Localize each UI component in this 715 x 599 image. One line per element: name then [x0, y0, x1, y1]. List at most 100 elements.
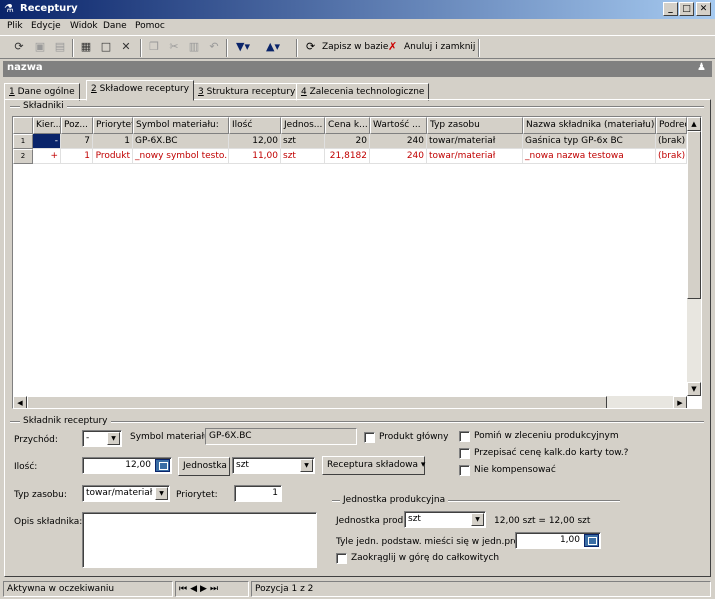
- column-header[interactable]: Cena k...: [325, 117, 370, 134]
- grid-cell[interactable]: 7: [61, 134, 93, 149]
- properties-icon[interactable]: ▦: [78, 39, 94, 57]
- row-header[interactable]: 2: [13, 149, 33, 164]
- grid-cell[interactable]: -: [33, 134, 61, 149]
- record-navigator: ⏮◀▶⏭: [175, 581, 249, 597]
- przepisac-checkbox[interactable]: [459, 448, 470, 459]
- status-bar: Aktywna w oczekiwaniu ⏮◀▶⏭ Pozycja 1 z 2: [0, 579, 715, 599]
- grid-cell[interactable]: 21,8182: [325, 149, 370, 164]
- refresh-icon[interactable]: ⟳: [10, 39, 28, 57]
- column-header[interactable]: Typ zasobu: [427, 117, 523, 134]
- hscroll-thumb[interactable]: [27, 396, 607, 408]
- last-record-icon[interactable]: ⏭: [210, 584, 221, 594]
- paste-icon[interactable]: ▥: [186, 39, 202, 57]
- chevron-down-icon[interactable]: ▼: [107, 432, 120, 445]
- column-header[interactable]: Nazwa składnika (materiału): [523, 117, 656, 134]
- new-document-icon[interactable]: □: [98, 39, 114, 57]
- menu-bar: Plik Edycje Widok Dane Pomoc: [0, 19, 715, 35]
- grid-cell[interactable]: szt: [281, 134, 325, 149]
- grid-cell[interactable]: 240: [370, 134, 427, 149]
- typ-zasobu-select[interactable]: towar/materiał ▼: [82, 485, 170, 502]
- menu-dane[interactable]: Dane: [103, 21, 127, 31]
- first-record-icon[interactable]: ⏮: [179, 584, 190, 594]
- grid-cell[interactable]: towar/materiał: [427, 134, 523, 149]
- ilosc-field[interactable]: 12,00: [82, 457, 172, 474]
- menu-pomoc[interactable]: Pomoc: [135, 21, 165, 31]
- grid-cell[interactable]: _nowy symbol testo...: [133, 149, 229, 164]
- cancel-close-button[interactable]: ✗ Anuluj i zamknij: [388, 39, 475, 57]
- grid-cell[interactable]: 1: [61, 149, 93, 164]
- column-header[interactable]: Ilość: [229, 117, 281, 134]
- scroll-thumb[interactable]: [687, 131, 701, 299]
- save-to-db-button[interactable]: ⟳ Zapisz w bazie: [306, 39, 388, 57]
- toolbar: ⟳ ▣ ▤ ▦ □ ✕ ❐ ✂ ▥ ↶ ▼▾ ▲▾ ⟳ Zapisz w bazi…: [0, 35, 715, 59]
- scroll-left-icon[interactable]: ◀: [13, 396, 27, 408]
- menu-plik[interactable]: Plik: [7, 21, 23, 31]
- zaokraglij-checkbox[interactable]: [336, 553, 347, 564]
- calculator-icon[interactable]: [584, 534, 599, 547]
- grid-cell[interactable]: (brak): [656, 134, 687, 149]
- maximize-button[interactable]: □: [679, 2, 694, 16]
- scroll-down-icon[interactable]: ▼: [687, 382, 701, 396]
- chevron-down-icon[interactable]: ▼: [155, 487, 168, 500]
- move-up-icon[interactable]: ▲▾: [262, 39, 284, 57]
- window-title: Receptury: [20, 3, 78, 14]
- grid-cell[interactable]: +: [33, 149, 61, 164]
- dropdown-arrow-icon: ▾: [420, 460, 426, 470]
- jednostka-button[interactable]: Jednostka: [178, 457, 230, 476]
- grid-vertical-scrollbar[interactable]: ▲ ▼: [687, 117, 701, 396]
- menu-edycje[interactable]: Edycje: [31, 21, 61, 31]
- scroll-right-icon[interactable]: ▶: [673, 396, 687, 408]
- tyle-field[interactable]: 1,00: [515, 532, 601, 549]
- save-as-icon[interactable]: ▤: [52, 39, 68, 57]
- grid-cell[interactable]: Gaśnica typ GP-6x BC: [523, 134, 656, 149]
- prev-record-icon[interactable]: ◀: [190, 584, 200, 594]
- minimize-button[interactable]: _: [663, 2, 678, 16]
- grid-cell[interactable]: GP-6X.BC: [133, 134, 229, 149]
- copy-icon[interactable]: ❐: [146, 39, 162, 57]
- grid-cell[interactable]: (brak): [656, 149, 687, 164]
- opis-textarea[interactable]: [82, 512, 317, 568]
- grid-cell[interactable]: 20: [325, 134, 370, 149]
- grid-cell[interactable]: towar/materiał: [427, 149, 523, 164]
- column-header[interactable]: Wartość ...: [370, 117, 427, 134]
- produkt-glowny-checkbox[interactable]: [364, 432, 375, 443]
- person-icon: ♟: [697, 62, 706, 73]
- calculator-icon[interactable]: [155, 459, 170, 472]
- grid-cell[interactable]: 1: [93, 134, 133, 149]
- priorytet-field[interactable]: 1: [234, 485, 282, 502]
- nie-kompensowac-checkbox[interactable]: [459, 465, 470, 476]
- chevron-down-icon[interactable]: ▼: [471, 513, 484, 526]
- column-header[interactable]: Jednos...: [281, 117, 325, 134]
- delete-icon[interactable]: ✕: [118, 39, 134, 57]
- ingredients-grid[interactable]: Kier... Poz... Priorytet Symbol materiał…: [12, 116, 702, 409]
- grid-cell[interactable]: _nowa nazwa testowa: [523, 149, 656, 164]
- cut-icon[interactable]: ✂: [166, 39, 182, 57]
- move-down-icon[interactable]: ▼▾: [232, 39, 254, 57]
- column-header[interactable]: Kier...: [33, 117, 61, 134]
- column-header[interactable]: Symbol materiału:: [133, 117, 229, 134]
- grid-cell[interactable]: 11,00: [229, 149, 281, 164]
- undo-icon[interactable]: ↶: [206, 39, 222, 57]
- grid-cell[interactable]: 12,00: [229, 134, 281, 149]
- grid-cell[interactable]: Produkt: [93, 149, 133, 164]
- menu-widok[interactable]: Widok: [70, 21, 98, 31]
- jednostka-prod-select[interactable]: szt ▼: [404, 511, 486, 528]
- przychod-select[interactable]: - ▼: [82, 430, 122, 447]
- grid-cell[interactable]: szt: [281, 149, 325, 164]
- component-group-label: Składnik receptury: [20, 416, 111, 426]
- row-header[interactable]: 1: [13, 134, 33, 149]
- next-record-icon[interactable]: ▶: [200, 584, 210, 594]
- close-button[interactable]: ✕: [696, 2, 711, 16]
- scroll-up-icon[interactable]: ▲: [687, 117, 701, 131]
- tab-skladowe-receptury[interactable]: 2 Składowe receptury: [86, 80, 195, 101]
- pomin-checkbox[interactable]: [459, 431, 470, 442]
- grid-horizontal-scrollbar[interactable]: ◀ ▶: [13, 396, 687, 408]
- column-header[interactable]: Podreci: [656, 117, 687, 134]
- receptura-skladowa-button[interactable]: Receptura składowa ▾: [322, 456, 425, 475]
- grid-cell[interactable]: 240: [370, 149, 427, 164]
- column-header[interactable]: Priorytet: [93, 117, 133, 134]
- save-disk-icon[interactable]: ▣: [32, 39, 48, 57]
- jednostka-select[interactable]: szt ▼: [232, 457, 315, 474]
- column-header[interactable]: Poz...: [61, 117, 93, 134]
- chevron-down-icon[interactable]: ▼: [300, 459, 313, 472]
